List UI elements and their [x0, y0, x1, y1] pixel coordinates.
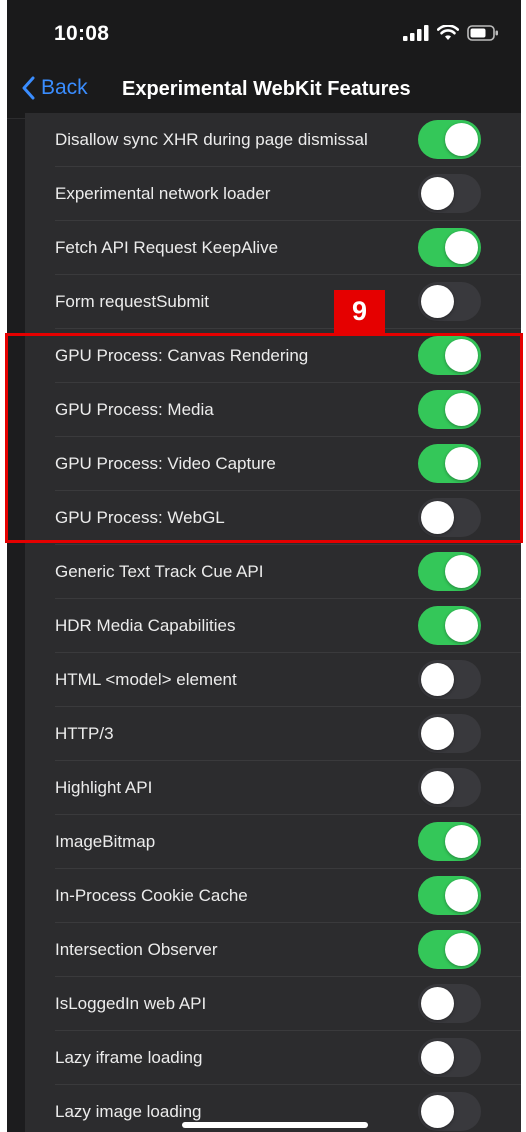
setting-row: Disallow sync XHR during page dismissal [25, 113, 521, 167]
setting-toggle[interactable] [418, 336, 481, 375]
setting-toggle[interactable] [418, 444, 481, 483]
setting-label: GPU Process: Video Capture [55, 454, 276, 473]
setting-toggle[interactable] [418, 984, 481, 1023]
toggle-knob [421, 285, 454, 318]
setting-label: Disallow sync XHR during page dismissal [55, 130, 368, 149]
setting-toggle[interactable] [418, 822, 481, 861]
setting-toggle[interactable] [418, 660, 481, 699]
setting-label: In-Process Cookie Cache [55, 886, 248, 905]
setting-row: GPU Process: Video Capture [25, 437, 521, 491]
page-title: Experimental WebKit Features [122, 78, 411, 100]
toggle-knob [445, 393, 478, 426]
setting-row: GPU Process: WebGL [25, 491, 521, 545]
setting-label: Experimental network loader [55, 184, 271, 203]
setting-row: Fetch API Request KeepAlive [25, 221, 521, 275]
setting-toggle[interactable] [418, 282, 481, 321]
toggle-knob [421, 1041, 454, 1074]
setting-label: GPU Process: Media [55, 400, 214, 419]
toggle-knob [421, 771, 454, 804]
setting-label: Lazy iframe loading [55, 1048, 203, 1067]
setting-toggle[interactable] [418, 1038, 481, 1077]
status-bar: 10:08 [7, 0, 521, 64]
toggle-knob [421, 717, 454, 750]
annotation-badge: 9 [334, 290, 385, 333]
signal-bars-icon [403, 25, 429, 41]
setting-row: Intersection Observer [25, 923, 521, 977]
setting-row: IsLoggedIn web API [25, 977, 521, 1031]
chevron-left-icon [22, 76, 35, 100]
phone-screen: 10:08 Back Experimental WebKit Features … [7, 0, 521, 1132]
toggle-knob [421, 987, 454, 1020]
setting-row: HDR Media Capabilities [25, 599, 521, 653]
toggle-knob [445, 123, 478, 156]
setting-toggle[interactable] [418, 768, 481, 807]
setting-row: HTTP/3 [25, 707, 521, 761]
setting-label: HTTP/3 [55, 724, 114, 743]
battery-icon [467, 25, 498, 41]
setting-row: HTML <model> element [25, 653, 521, 707]
setting-toggle[interactable] [418, 930, 481, 969]
setting-toggle[interactable] [418, 1092, 481, 1131]
setting-toggle[interactable] [418, 876, 481, 915]
setting-label: Fetch API Request KeepAlive [55, 238, 279, 257]
back-label: Back [41, 76, 88, 99]
setting-row: Generic Text Track Cue API [25, 545, 521, 599]
status-time: 10:08 [54, 22, 110, 45]
toggle-knob [445, 609, 478, 642]
toggle-knob [445, 825, 478, 858]
setting-row: ImageBitmap [25, 815, 521, 869]
setting-toggle[interactable] [418, 498, 481, 537]
home-indicator[interactable] [182, 1122, 368, 1128]
setting-label: GPU Process: Canvas Rendering [55, 346, 309, 365]
setting-label: HDR Media Capabilities [55, 616, 236, 635]
wifi-icon [437, 25, 459, 40]
toggle-knob [421, 663, 454, 696]
setting-row: Experimental network loader [25, 167, 521, 221]
toggle-knob [445, 879, 478, 912]
settings-list: Disallow sync XHR during page dismissal E… [25, 113, 521, 1132]
toggle-knob [445, 447, 478, 480]
setting-toggle[interactable] [418, 606, 481, 645]
back-button[interactable]: Back [21, 76, 88, 100]
setting-toggle[interactable] [418, 228, 481, 267]
setting-row: GPU Process: Media [25, 383, 521, 437]
setting-label: Form requestSubmit [55, 292, 209, 311]
setting-toggle[interactable] [418, 120, 481, 159]
setting-label: IsLoggedIn web API [55, 994, 207, 1013]
setting-row: In-Process Cookie Cache [25, 869, 521, 923]
setting-row: Lazy iframe loading [25, 1031, 521, 1085]
navigation-bar: Back Experimental WebKit Features [7, 64, 521, 119]
toggle-knob [421, 501, 454, 534]
toggle-knob [445, 231, 478, 264]
setting-label: Generic Text Track Cue API [55, 562, 264, 581]
toggle-knob [421, 1095, 454, 1128]
toggle-knob [445, 555, 478, 588]
setting-label: Lazy image loading [55, 1102, 202, 1121]
setting-toggle[interactable] [418, 552, 481, 591]
setting-toggle[interactable] [418, 714, 481, 753]
setting-row: Highlight API [25, 761, 521, 815]
toggle-knob [445, 933, 478, 966]
setting-label: ImageBitmap [55, 832, 156, 851]
setting-label: Highlight API [55, 778, 153, 797]
status-icons [403, 25, 499, 41]
setting-toggle[interactable] [418, 390, 481, 429]
setting-label: GPU Process: WebGL [55, 508, 225, 527]
setting-row: Form requestSubmit [25, 275, 521, 329]
toggle-knob [421, 177, 454, 210]
setting-toggle[interactable] [418, 174, 481, 213]
toggle-knob [445, 339, 478, 372]
setting-label: HTML <model> element [55, 670, 237, 689]
setting-label: Intersection Observer [55, 940, 218, 959]
setting-row: GPU Process: Canvas Rendering [25, 329, 521, 383]
